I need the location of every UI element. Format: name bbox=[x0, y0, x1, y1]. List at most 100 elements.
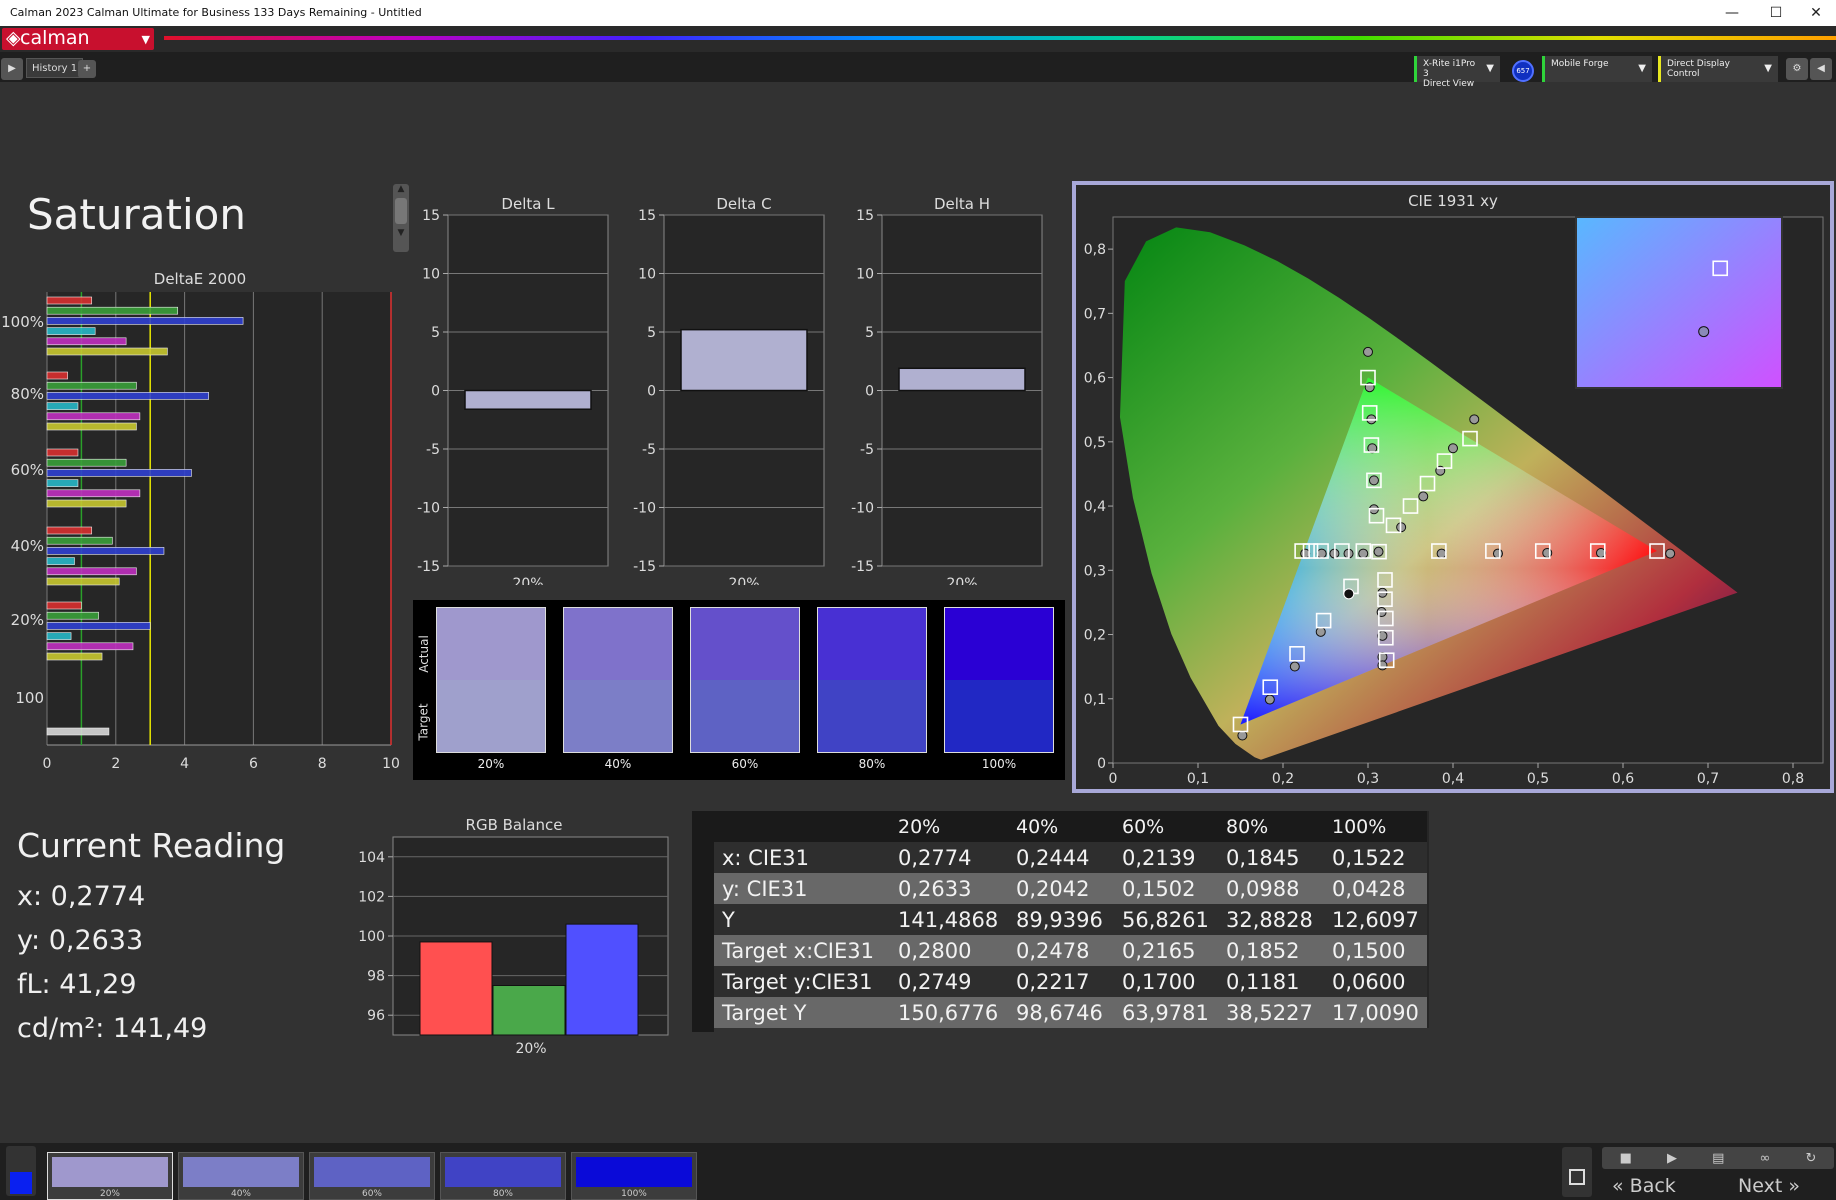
add-tab-button[interactable]: + bbox=[78, 60, 96, 78]
deltae-bar bbox=[46, 327, 96, 335]
deltae-bar bbox=[46, 601, 82, 610]
cie-y-tick: 0,5 bbox=[1084, 435, 1106, 451]
next-button[interactable]: Next » bbox=[1738, 1175, 1800, 1197]
meter-mode: Direct View bbox=[1423, 79, 1475, 89]
collapse-icon[interactable]: ◀ bbox=[1810, 58, 1832, 80]
deltae-bar bbox=[46, 632, 72, 640]
toolbar: ▶ History 1 + X-Rite i1Pro 3 Direct View… bbox=[0, 52, 1836, 89]
delta-chart-title: Delta H bbox=[934, 195, 990, 213]
chevron-down-icon: ▼ bbox=[141, 33, 150, 46]
deltae-bar bbox=[46, 499, 127, 508]
swatch-label: 100% bbox=[981, 757, 1017, 771]
cie-y-tick: 0,4 bbox=[1084, 499, 1106, 515]
table-row-label: y: CIE31 bbox=[722, 876, 808, 901]
bottom-swatch-button[interactable]: 80% bbox=[440, 1152, 566, 1200]
deltae-bar bbox=[46, 727, 110, 736]
deltae-bar bbox=[46, 296, 93, 305]
table-row: x: CIE31 0,2774 0,2444 0,2139 0,1845 0,1522 bbox=[714, 842, 1427, 873]
table-row: Target x:CIE31 0,2800 0,2478 0,2165 0,1852 0,… bbox=[714, 935, 1427, 966]
deltae-bar bbox=[46, 611, 99, 620]
deltae-row-label: 100 bbox=[15, 689, 44, 707]
bottom-swatch-label: 100% bbox=[621, 1189, 647, 1199]
bottom-swatch-button[interactable]: 40% bbox=[178, 1152, 304, 1200]
scroll-thumb[interactable] bbox=[395, 198, 407, 224]
close-button[interactable]: ✕ bbox=[1796, 2, 1836, 24]
deltae-row-label: 20% bbox=[11, 611, 44, 629]
swatch-label: 80% bbox=[858, 757, 886, 771]
cie-y-tick: 0,7 bbox=[1084, 306, 1106, 322]
delta-x-label: 20% bbox=[512, 576, 543, 585]
rgb-balance-title: RGB Balance bbox=[466, 816, 563, 834]
stop-button[interactable] bbox=[1562, 1147, 1592, 1197]
play-icon[interactable]: ▶ bbox=[1667, 1151, 1677, 1166]
swatch-target bbox=[564, 680, 672, 752]
actual-point bbox=[1358, 548, 1369, 559]
deltae-bar bbox=[46, 652, 103, 661]
table-cell: 0,2444 bbox=[1016, 845, 1090, 870]
color-picker[interactable] bbox=[6, 1146, 36, 1196]
reading-fl: fL: 41,29 bbox=[17, 969, 137, 1000]
results-table: 20% 40% 60% 80% 100% x: CIE31 0,2774 0,2444 0,21… bbox=[692, 811, 1429, 1032]
display-selector[interactable]: Direct Display Control ▼ bbox=[1658, 56, 1778, 82]
table-cell: 0,2478 bbox=[1016, 938, 1090, 963]
actual-point bbox=[1368, 475, 1379, 486]
loop-icon[interactable]: ∞ bbox=[1760, 1151, 1771, 1166]
tab-history-1[interactable]: History 1 bbox=[26, 58, 84, 78]
minimize-button[interactable]: — bbox=[1712, 2, 1752, 24]
table-cell: 0,1852 bbox=[1226, 938, 1300, 963]
source-selector[interactable]: Mobile Forge ▼ bbox=[1542, 56, 1652, 82]
delta-chart-title: Delta L bbox=[501, 195, 555, 213]
scroll-up-icon[interactable]: ▲ bbox=[393, 184, 409, 194]
meter-badge[interactable]: 657 bbox=[1512, 60, 1534, 82]
back-button[interactable]: « Back bbox=[1612, 1175, 1676, 1197]
table-cell: 89,9396 bbox=[1016, 907, 1103, 932]
cie-y-tick: 0 bbox=[1097, 756, 1106, 772]
bottom-swatch-button[interactable]: 100% bbox=[571, 1152, 697, 1200]
table-cell: 17,0090 bbox=[1332, 1000, 1419, 1025]
scroll-down-icon[interactable]: ▼ bbox=[393, 228, 409, 238]
delta-y-tick: 10 bbox=[422, 267, 440, 283]
deltae-bar bbox=[46, 479, 79, 487]
actual-point bbox=[1492, 548, 1503, 559]
cie-x-tick: 0,7 bbox=[1697, 771, 1719, 787]
deltae-bar bbox=[46, 371, 68, 380]
table-cell: 0,1502 bbox=[1122, 876, 1196, 901]
delta-y-tick: 5 bbox=[865, 325, 874, 341]
table-cell: 38,5227 bbox=[1226, 1000, 1313, 1025]
inset-actual-point bbox=[1698, 326, 1710, 338]
swatch-actual bbox=[945, 608, 1053, 680]
table-cell: 0,2749 bbox=[898, 969, 972, 994]
meter-selector[interactable]: X-Rite i1Pro 3 Direct View ▼ bbox=[1414, 56, 1500, 89]
table-row-label: Y bbox=[722, 907, 735, 932]
refresh-icon[interactable]: ↻ bbox=[1806, 1151, 1817, 1166]
swatch-label: 40% bbox=[604, 757, 632, 771]
bottom-swatch-button[interactable]: 60% bbox=[309, 1152, 435, 1200]
table-cell: 0,1845 bbox=[1226, 845, 1300, 870]
actual-point bbox=[1316, 548, 1327, 559]
maximize-button[interactable]: ☐ bbox=[1756, 2, 1796, 24]
table-row-label: Target x:CIE31 bbox=[722, 938, 874, 963]
display-name: Direct Display Control bbox=[1667, 59, 1730, 79]
actual-point bbox=[1665, 548, 1676, 559]
delta-x-label: 20% bbox=[946, 576, 977, 585]
tab-history-label: History 1 bbox=[32, 63, 78, 74]
bottom-swatch-button[interactable]: 20% bbox=[47, 1152, 173, 1200]
bottom-swatch-label: 60% bbox=[361, 1189, 382, 1199]
cie-y-tick: 0,2 bbox=[1084, 628, 1106, 644]
vertical-scrollbar[interactable]: ▲ ▼ bbox=[393, 184, 409, 252]
deltae-row-label: 100% bbox=[1, 313, 44, 331]
calman-logo-menu[interactable]: ◈ calman ▼ bbox=[2, 28, 154, 50]
deltae-bar bbox=[46, 536, 113, 545]
gear-icon[interactable]: ⚙ bbox=[1786, 58, 1808, 80]
play-icon[interactable]: ▶ bbox=[1, 58, 23, 80]
delta-y-tick: 5 bbox=[647, 325, 656, 341]
stop-small-icon[interactable]: ■ bbox=[1620, 1151, 1632, 1166]
back-label: Back bbox=[1629, 1175, 1676, 1197]
table-cell: 0,0988 bbox=[1226, 876, 1300, 901]
table-header-cell bbox=[714, 811, 890, 842]
rgb-y-tick: 102 bbox=[358, 889, 385, 905]
deltae-chart: DeltaE 2000 0 2 4 6 8 10 100% 80% 60% 40% 20% 100 bbox=[1, 270, 400, 772]
save-icon[interactable]: ▤ bbox=[1712, 1151, 1724, 1166]
table-cell: 12,6097 bbox=[1332, 907, 1419, 932]
cie-zoom-inset bbox=[1575, 216, 1783, 389]
